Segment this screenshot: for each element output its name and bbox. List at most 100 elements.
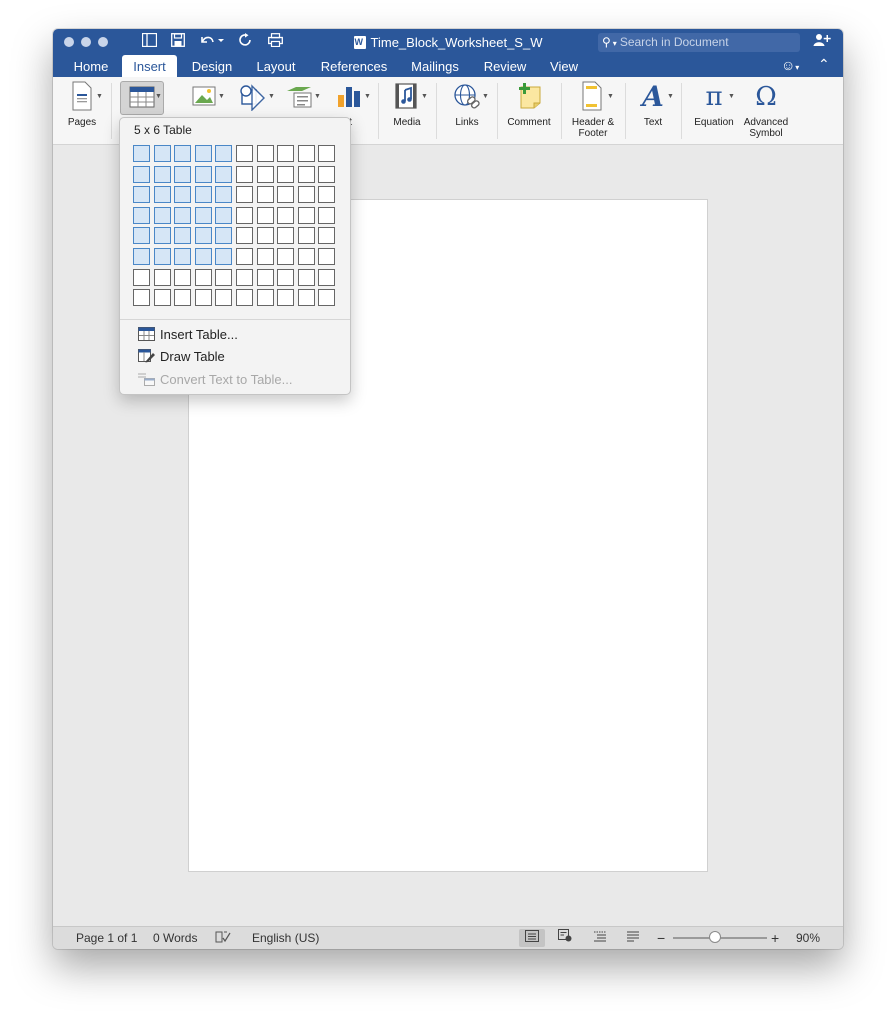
table-button[interactable]: ▼ xyxy=(120,81,164,115)
table-grid-cell[interactable] xyxy=(215,186,232,203)
table-grid-cell[interactable] xyxy=(133,269,150,286)
table-grid-cell[interactable] xyxy=(154,227,171,244)
table-grid-cell[interactable] xyxy=(133,227,150,244)
table-grid-cell[interactable] xyxy=(277,289,294,306)
table-grid-cell[interactable] xyxy=(236,269,253,286)
tab-review[interactable]: Review xyxy=(477,55,533,77)
tab-mailings[interactable]: Mailings xyxy=(403,55,467,77)
table-grid-cell[interactable] xyxy=(236,186,253,203)
proofing-icon[interactable] xyxy=(215,927,231,949)
table-grid-cell[interactable] xyxy=(277,145,294,162)
equation-button[interactable]: π ▼ Equation xyxy=(691,81,737,143)
table-grid-cell[interactable] xyxy=(318,145,335,162)
table-grid-cell[interactable] xyxy=(195,186,212,203)
table-grid-cell[interactable] xyxy=(298,269,315,286)
table-grid-cell[interactable] xyxy=(298,186,315,203)
table-grid-cell[interactable] xyxy=(277,248,294,265)
table-grid-cell[interactable] xyxy=(257,145,274,162)
table-grid-cell[interactable] xyxy=(133,248,150,265)
draft-view-icon[interactable] xyxy=(620,929,646,947)
table-grid-cell[interactable] xyxy=(195,166,212,183)
table-grid-cell[interactable] xyxy=(257,186,274,203)
table-grid-cell[interactable] xyxy=(318,269,335,286)
table-grid-cell[interactable] xyxy=(257,166,274,183)
table-grid-cell[interactable] xyxy=(277,269,294,286)
table-grid-cell[interactable] xyxy=(236,248,253,265)
table-grid-cell[interactable] xyxy=(318,207,335,224)
table-grid-cell[interactable] xyxy=(174,227,191,244)
pages-button[interactable]: ▼ Pages xyxy=(61,81,103,143)
table-grid-cell[interactable] xyxy=(174,186,191,203)
table-grid-cell[interactable] xyxy=(215,145,232,162)
table-grid-cell[interactable] xyxy=(298,227,315,244)
table-grid-cell[interactable] xyxy=(318,248,335,265)
table-grid-cell[interactable] xyxy=(236,207,253,224)
table-grid-cell[interactable] xyxy=(174,145,191,162)
print-icon[interactable] xyxy=(266,33,284,51)
zoom-level[interactable]: 90% xyxy=(796,927,820,949)
zoom-slider-thumb[interactable] xyxy=(709,931,721,943)
feedback-smiley-icon[interactable]: ☺▾ xyxy=(781,57,799,73)
table-grid-cell[interactable] xyxy=(133,186,150,203)
word-count[interactable]: 0 Words xyxy=(153,927,197,949)
table-grid-cell[interactable] xyxy=(154,248,171,265)
minimize-window-button[interactable] xyxy=(81,37,91,47)
table-grid-cell[interactable] xyxy=(257,207,274,224)
table-grid-cell[interactable] xyxy=(277,166,294,183)
share-person-icon[interactable] xyxy=(813,33,831,50)
table-grid-cell[interactable] xyxy=(215,269,232,286)
table-grid-cell[interactable] xyxy=(298,289,315,306)
zoom-out-button[interactable]: − xyxy=(657,927,665,949)
table-grid-cell[interactable] xyxy=(133,166,150,183)
tab-insert[interactable]: Insert xyxy=(122,55,177,77)
table-grid-cell[interactable] xyxy=(277,207,294,224)
zoom-in-button[interactable]: + xyxy=(771,927,779,949)
page-count[interactable]: Page 1 of 1 xyxy=(76,927,137,949)
tab-design[interactable]: Design xyxy=(183,55,241,77)
table-grid-cell[interactable] xyxy=(215,166,232,183)
table-grid-cell[interactable] xyxy=(236,227,253,244)
text-button[interactable]: A ▼ Text xyxy=(631,81,675,143)
collapse-ribbon-icon[interactable]: ⌃ xyxy=(818,56,830,73)
table-grid-cell[interactable] xyxy=(257,269,274,286)
close-window-button[interactable] xyxy=(64,37,74,47)
table-grid-cell[interactable] xyxy=(154,269,171,286)
table-grid-cell[interactable] xyxy=(215,248,232,265)
tab-layout[interactable]: Layout xyxy=(247,55,305,77)
language-indicator[interactable]: English (US) xyxy=(252,927,319,949)
table-grid-cell[interactable] xyxy=(236,166,253,183)
table-grid-cell[interactable] xyxy=(298,145,315,162)
zoom-window-button[interactable] xyxy=(98,37,108,47)
tab-view[interactable]: View xyxy=(543,55,585,77)
outline-view-icon[interactable] xyxy=(587,929,613,947)
table-grid-cell[interactable] xyxy=(215,227,232,244)
table-grid-cell[interactable] xyxy=(215,207,232,224)
advanced-symbol-button[interactable]: Ω Advanced Symbol xyxy=(741,81,791,143)
comment-button[interactable]: Comment xyxy=(503,81,555,143)
table-grid-cell[interactable] xyxy=(133,289,150,306)
table-grid-cell[interactable] xyxy=(154,145,171,162)
search-input[interactable]: ⚲ ▾ Search in Document xyxy=(598,33,800,52)
table-grid-cell[interactable] xyxy=(236,289,253,306)
table-grid-cell[interactable] xyxy=(298,166,315,183)
table-grid-cell[interactable] xyxy=(174,289,191,306)
save-icon[interactable] xyxy=(169,33,187,51)
table-grid-cell[interactable] xyxy=(298,248,315,265)
table-grid-cell[interactable] xyxy=(257,248,274,265)
media-button[interactable]: ▼ Media xyxy=(384,81,430,143)
table-grid-cell[interactable] xyxy=(195,248,212,265)
table-grid-cell[interactable] xyxy=(195,289,212,306)
print-layout-view-icon[interactable] xyxy=(519,929,545,947)
header-footer-button[interactable]: ▼ Header & Footer xyxy=(567,81,619,143)
table-grid-cell[interactable] xyxy=(277,186,294,203)
table-grid-cell[interactable] xyxy=(154,186,171,203)
table-grid-cell[interactable] xyxy=(154,207,171,224)
insert-table-menu-item[interactable]: Insert Table... xyxy=(138,325,238,345)
table-grid-cell[interactable] xyxy=(277,227,294,244)
sidebar-toggle-icon[interactable] xyxy=(140,32,158,51)
table-grid-cell[interactable] xyxy=(174,166,191,183)
draw-table-menu-item[interactable]: Draw Table xyxy=(138,347,225,367)
tab-references[interactable]: References xyxy=(315,55,393,77)
table-grid-cell[interactable] xyxy=(318,186,335,203)
table-grid-cell[interactable] xyxy=(133,207,150,224)
